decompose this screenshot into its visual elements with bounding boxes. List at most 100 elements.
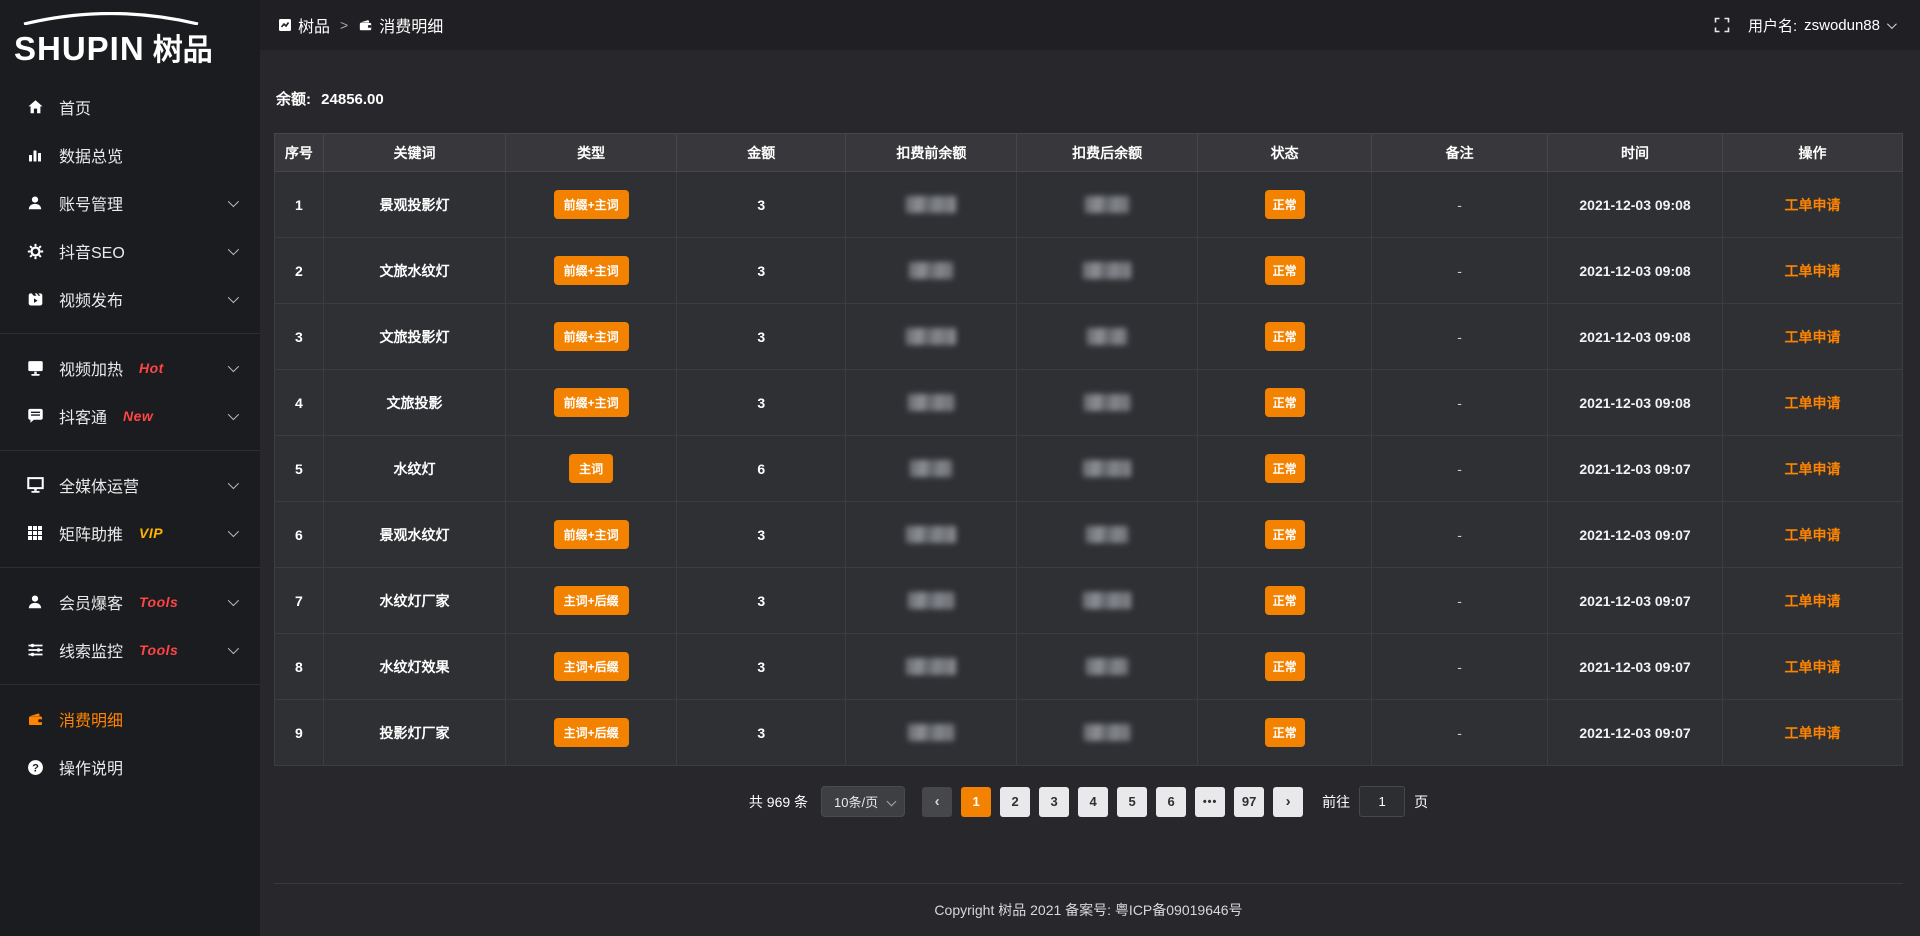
- sidebar-item-label: 视频加热: [59, 356, 123, 380]
- sidebar-item-label: 抖客通: [59, 404, 107, 428]
- page-button-97[interactable]: 97: [1234, 787, 1264, 817]
- cell-balance-after: [1017, 568, 1198, 634]
- cell-time: 2021-12-03 09:07: [1548, 436, 1723, 502]
- sidebar-item-chat[interactable]: 抖客通New: [0, 392, 260, 440]
- table-row: 1景观投影灯前缀+主词3正常-2021-12-03 09:08工单申请: [275, 172, 1903, 238]
- ticket-request-link[interactable]: 工单申请: [1785, 593, 1841, 609]
- sidebar-item-home[interactable]: 首页: [0, 83, 260, 131]
- page-button-2[interactable]: 2: [1000, 787, 1030, 817]
- cell-type: 前缀+主词: [506, 370, 677, 436]
- redacted-value: [908, 592, 954, 609]
- table-row: 9投影灯厂家主词+后缀3正常-2021-12-03 09:07工单申请: [275, 700, 1903, 766]
- cell-amount: 3: [677, 370, 846, 436]
- type-badge: 前缀+主词: [554, 256, 629, 285]
- table-row: 3文旅投影灯前缀+主词3正常-2021-12-03 09:08工单申请: [275, 304, 1903, 370]
- goto-label: 前往: [1322, 792, 1350, 812]
- user-dropdown[interactable]: 用户名: zswodun88: [1748, 15, 1894, 36]
- page-button-5[interactable]: 5: [1117, 787, 1147, 817]
- sidebar-item-user[interactable]: 账号管理: [0, 179, 260, 227]
- page-button-3[interactable]: 3: [1039, 787, 1069, 817]
- fullscreen-icon[interactable]: [1714, 17, 1730, 33]
- wallet-icon: [358, 18, 373, 32]
- cell-type: 主词+后缀: [506, 568, 677, 634]
- goto-page-input[interactable]: [1359, 786, 1405, 817]
- chat-icon: [26, 407, 44, 425]
- page-button-4[interactable]: 4: [1078, 787, 1108, 817]
- cell-amount: 3: [677, 238, 846, 304]
- status-badge: 正常: [1265, 388, 1305, 417]
- column-header: 扣费后余额: [1017, 134, 1198, 172]
- sidebar-item-wallet[interactable]: 消费明细: [0, 695, 260, 743]
- page-button-1[interactable]: 1: [961, 787, 991, 817]
- sidebar-item-label: 会员爆客: [59, 590, 123, 614]
- cell-balance-before: [846, 172, 1017, 238]
- sidebar-item-sliders[interactable]: 线索监控Tools: [0, 626, 260, 674]
- cell-balance-before: [846, 304, 1017, 370]
- sidebar-item-grid[interactable]: 矩阵助推VIP: [0, 509, 260, 557]
- page-more-button[interactable]: •••: [1195, 787, 1225, 817]
- cell-balance-after: [1017, 502, 1198, 568]
- cell-action: 工单申请: [1723, 238, 1903, 304]
- cell-balance-before: [846, 568, 1017, 634]
- sidebar-item-label: 账号管理: [59, 191, 123, 215]
- next-page-button[interactable]: ›: [1273, 787, 1303, 817]
- page-button-6[interactable]: 6: [1156, 787, 1186, 817]
- cell-time: 2021-12-03 09:08: [1548, 304, 1723, 370]
- svg-text:?: ?: [32, 762, 39, 774]
- sidebar-item-label: 首页: [59, 95, 91, 119]
- breadcrumb-separator: >: [340, 17, 348, 33]
- cell-action: 工单申请: [1723, 700, 1903, 766]
- cell-remark: -: [1372, 502, 1548, 568]
- sidebar-item-label: 消费明细: [59, 707, 123, 731]
- ticket-request-link[interactable]: 工单申请: [1785, 263, 1841, 279]
- sliders-icon: [26, 641, 44, 659]
- column-header: 扣费前余额: [846, 134, 1017, 172]
- redacted-value: [1083, 460, 1131, 477]
- ticket-request-link[interactable]: 工单申请: [1785, 659, 1841, 675]
- sidebar-item-gear[interactable]: 抖音SEO: [0, 227, 260, 275]
- sidebar-item-monitor[interactable]: 全媒体运营: [0, 461, 260, 509]
- ticket-request-link[interactable]: 工单申请: [1785, 329, 1841, 345]
- status-badge: 正常: [1265, 322, 1305, 351]
- cell-balance-before: [846, 634, 1017, 700]
- ticket-request-link[interactable]: 工单申请: [1785, 197, 1841, 213]
- redacted-value: [1084, 724, 1130, 741]
- cell-action: 工单申请: [1723, 436, 1903, 502]
- ticket-request-link[interactable]: 工单申请: [1785, 461, 1841, 477]
- cell-amount: 3: [677, 568, 846, 634]
- cell-amount: 3: [677, 304, 846, 370]
- cell-time: 2021-12-03 09:08: [1548, 172, 1723, 238]
- table-row: 6景观水纹灯前缀+主词3正常-2021-12-03 09:07工单申请: [275, 502, 1903, 568]
- cell-status: 正常: [1198, 700, 1372, 766]
- column-header: 类型: [506, 134, 677, 172]
- sidebar-item-bar-chart[interactable]: 数据总览: [0, 131, 260, 179]
- sidebar-item-label: 操作说明: [59, 755, 123, 779]
- app-square-icon: [278, 18, 292, 32]
- sidebar-item-video[interactable]: 视频发布: [0, 275, 260, 323]
- page-size-value: 10条/页: [834, 792, 878, 811]
- ticket-request-link[interactable]: 工单申请: [1785, 725, 1841, 741]
- table-row: 5水纹灯主词6正常-2021-12-03 09:07工单申请: [275, 436, 1903, 502]
- cell-balance-before: [846, 502, 1017, 568]
- cell-balance-before: [846, 238, 1017, 304]
- table-row: 7水纹灯厂家主词+后缀3正常-2021-12-03 09:07工单申请: [275, 568, 1903, 634]
- ticket-request-link[interactable]: 工单申请: [1785, 395, 1841, 411]
- ticket-request-link[interactable]: 工单申请: [1785, 527, 1841, 543]
- topbar: 树品 > 消费明细 用户名: zswodun88: [260, 0, 1920, 50]
- sidebar-item-member[interactable]: 会员爆客Tools: [0, 578, 260, 626]
- page-size-select[interactable]: 10条/页: [821, 786, 905, 817]
- cell-keyword: 水纹灯效果: [323, 634, 505, 700]
- prev-page-button[interactable]: ‹: [922, 787, 952, 817]
- cell-remark: -: [1372, 238, 1548, 304]
- type-badge: 前缀+主词: [554, 388, 629, 417]
- cell-remark: -: [1372, 172, 1548, 238]
- cell-time: 2021-12-03 09:07: [1548, 700, 1723, 766]
- sidebar-item-question[interactable]: ? 操作说明: [0, 743, 260, 791]
- sidebar-item-screen[interactable]: 视频加热Hot: [0, 344, 260, 392]
- username-value: zswodun88: [1804, 17, 1880, 34]
- breadcrumb-home[interactable]: 树品: [278, 13, 330, 37]
- breadcrumb-current[interactable]: 消费明细: [358, 13, 443, 37]
- sidebar-divider: [0, 450, 260, 451]
- table-row: 4文旅投影前缀+主词3正常-2021-12-03 09:08工单申请: [275, 370, 1903, 436]
- cell-status: 正常: [1198, 436, 1372, 502]
